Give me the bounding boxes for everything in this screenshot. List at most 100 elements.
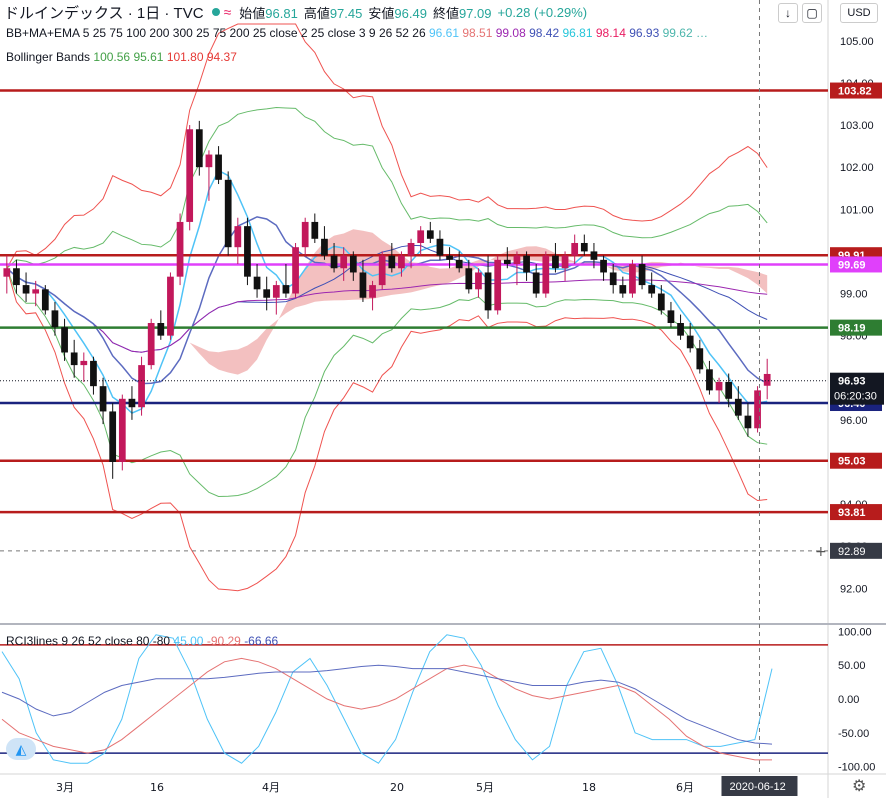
candle-body (523, 255, 530, 273)
time-axis-label: 16 (150, 781, 164, 794)
candle-body (648, 285, 656, 294)
rci-tick-label: 100.00 (838, 626, 872, 638)
bollinger-legend[interactable]: Bollinger Bands 100.56 95.61 101.80 94.3… (6, 50, 237, 64)
candle-body (311, 221, 319, 239)
crosshair-price-label: 92.89 (838, 546, 866, 558)
ohlc-readout: 始値96.81 高値97.45 安値96.49 終値97.09 (239, 3, 497, 22)
ohlc-value: 96.81 (265, 5, 298, 21)
legend-value: 100.56 (93, 50, 134, 64)
rci-series-line (1, 657, 772, 761)
rci-series-line (1, 664, 773, 745)
candle-body (706, 369, 713, 391)
price-tick-label: 105.00 (840, 36, 874, 48)
candle-body (629, 264, 636, 294)
candle-body (340, 255, 348, 269)
candle-body (349, 255, 357, 273)
price-tick-label: 101.00 (840, 204, 874, 216)
symbol-title[interactable]: ドルインデックス · 1日 · TVC (4, 2, 204, 23)
candle-body (426, 230, 434, 239)
candle-body (147, 323, 155, 366)
candle-body (590, 251, 598, 260)
candle-body (253, 276, 261, 290)
legend-value: 96.61 (429, 26, 463, 40)
time-axis-label: 6月 (676, 781, 694, 794)
candle-body (667, 310, 675, 323)
candle-body (561, 255, 569, 269)
legend-value: … (696, 26, 708, 40)
candle-body (619, 285, 627, 294)
price-change: +0.28 (+0.29%) (497, 4, 588, 20)
moving-average-line (6, 216, 768, 385)
candle-body (542, 255, 550, 294)
candle-body (715, 381, 723, 391)
candle-body (455, 259, 463, 269)
rci-tick-label: 0.00 (838, 694, 859, 706)
candle-body (388, 255, 396, 269)
price-tick-label: 96.00 (840, 415, 868, 427)
level-label: 98.19 (838, 323, 866, 335)
candle-body (321, 238, 328, 256)
rci-legend[interactable]: RCI3lines 9 26 52 close 80 -80 45.00 -90… (6, 634, 278, 648)
candle-body (552, 255, 559, 269)
candle-body (600, 259, 607, 273)
candle-body (513, 255, 521, 265)
level-label: 93.81 (838, 507, 866, 519)
plus-icon: + (815, 544, 827, 560)
legend-value: 98.51 (462, 26, 496, 40)
candle-body (51, 310, 59, 328)
candle-body (446, 255, 453, 260)
ohlc-label: 始値 (239, 5, 266, 21)
candle-body (378, 255, 386, 286)
candle-body (763, 373, 771, 386)
level-label: 99.69 (838, 259, 866, 271)
price-tick-label: 99.00 (840, 289, 868, 301)
bbma-values: 96.61 98.51 99.08 98.42 96.81 98.14 96.9… (429, 26, 708, 40)
time-axis-label: 4月 (262, 781, 280, 794)
maximize-icon[interactable]: ▢ (802, 3, 822, 23)
bbma-legend[interactable]: BB+MA+EMA 5 25 75 100 200 300 25 75 200 … (6, 26, 708, 40)
legend-value: 98.14 (595, 26, 630, 40)
ohlc-value: 97.45 (329, 5, 363, 21)
candle-body (398, 255, 405, 269)
rci-tick-label: -50.00 (838, 728, 869, 740)
time-axis-label: 20 (390, 781, 404, 794)
candle-body (61, 327, 68, 353)
candle-body (580, 242, 588, 252)
rci-values: 45.00 -90.29 -66.66 (173, 634, 278, 648)
candle-body (369, 285, 376, 298)
wave-icon: ≈ (223, 4, 232, 20)
candle-body (503, 259, 511, 265)
time-axis-label: 3月 (56, 781, 74, 794)
candle-body (167, 276, 174, 336)
ohlc-label: 安値 (368, 5, 395, 21)
time-axis-label: 18 (582, 781, 596, 794)
candle-body (41, 289, 49, 311)
candle-body (571, 242, 579, 256)
legend-value: 101.80 (166, 50, 207, 64)
legend-value: 94.37 (206, 50, 237, 64)
candle-body (696, 348, 704, 370)
candle-body (80, 360, 88, 366)
legend-value: 96.93 (629, 26, 663, 40)
currency-label[interactable]: USD (840, 3, 878, 23)
candle-body (13, 268, 20, 286)
candle-body (3, 268, 11, 277)
candle-body (734, 398, 742, 416)
scroll-down-icon[interactable]: ↓ (778, 3, 798, 23)
rci-label: RCI3lines 9 26 52 close 80 -80 (6, 634, 171, 648)
candle-body (532, 272, 540, 294)
ohlc-value: 96.49 (394, 5, 427, 21)
legend-value: -66.66 (244, 634, 279, 648)
ohlc-label: 終値 (432, 5, 459, 21)
legend-value: 99.62 (662, 26, 696, 40)
candle-body (417, 230, 425, 243)
settings-gear-icon[interactable]: ⚙ (852, 776, 866, 796)
candle-body (407, 242, 415, 256)
ohlc-label: 高値 (303, 5, 330, 21)
tradingview-logo-icon: ◭ (6, 738, 36, 760)
candle-body (744, 415, 752, 429)
candle-body (301, 221, 309, 248)
candle-body (657, 293, 665, 311)
time-axis-label: 5月 (476, 781, 494, 794)
chart-canvas[interactable]: 105.00104.00103.00102.00101.00100.0099.0… (0, 0, 886, 798)
